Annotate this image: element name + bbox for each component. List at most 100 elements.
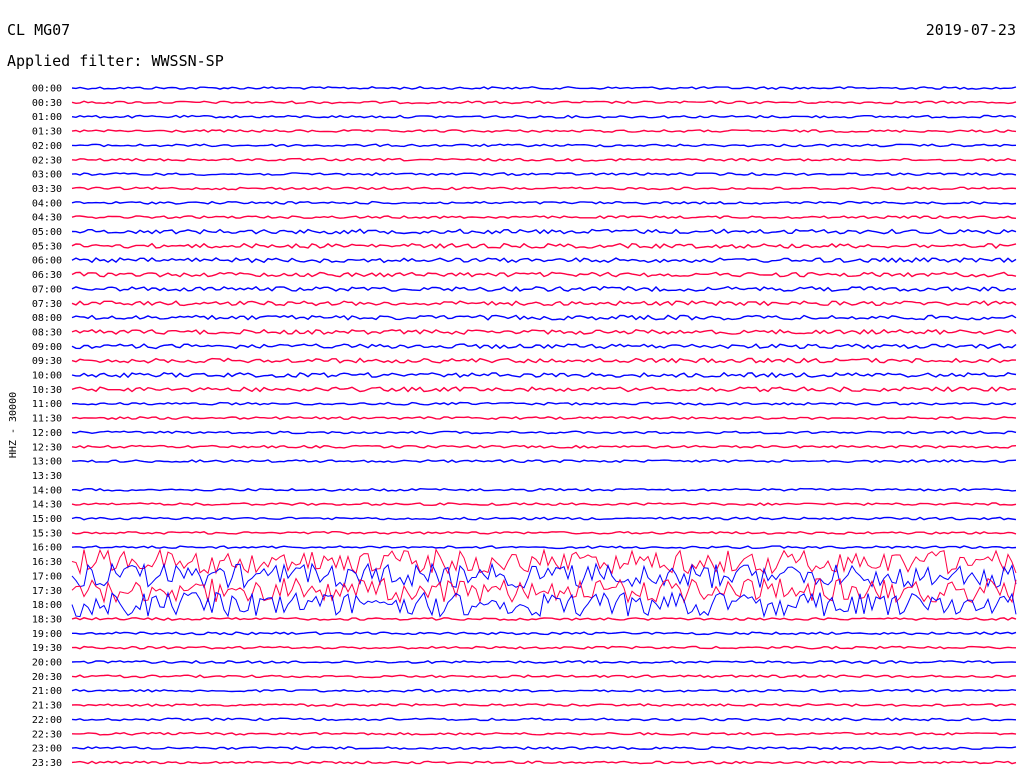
station-code: CL MG07 bbox=[7, 21, 70, 39]
trace-line-0030 bbox=[71, 100, 1017, 105]
trace-line-1200 bbox=[71, 430, 1017, 435]
trace-line-0330 bbox=[71, 186, 1017, 191]
time-tick-label: 05:30 bbox=[32, 241, 62, 252]
time-tick-label: 16:30 bbox=[32, 557, 62, 568]
time-tick-label: 14:00 bbox=[32, 485, 62, 496]
time-tick-label: 08:00 bbox=[32, 313, 62, 324]
time-tick-label: 03:00 bbox=[32, 170, 62, 181]
trace-line-0630 bbox=[71, 271, 1017, 278]
record-date: 2019-07-23 bbox=[926, 21, 1016, 39]
time-tick-label: 22:30 bbox=[32, 729, 62, 740]
time-tick-label: 07:00 bbox=[32, 284, 62, 295]
trace-lines bbox=[71, 86, 1017, 765]
trace-line-1430 bbox=[71, 502, 1017, 507]
time-tick-label: 20:30 bbox=[32, 672, 62, 683]
time-tick-label: 01:00 bbox=[32, 112, 62, 123]
time-tick-label: 07:30 bbox=[32, 299, 62, 310]
trace-line-2230 bbox=[71, 731, 1017, 736]
trace-line-2100 bbox=[71, 688, 1017, 693]
time-tick-label: 00:00 bbox=[32, 84, 62, 95]
time-tick-label: 23:00 bbox=[32, 744, 62, 755]
time-tick-label: 08:30 bbox=[32, 327, 62, 338]
time-tick-label: 12:30 bbox=[32, 442, 62, 453]
time-tick-label: 05:00 bbox=[32, 227, 62, 238]
trace-line-0300 bbox=[71, 172, 1017, 177]
applied-filter-label: Applied filter: WWSSN-SP bbox=[7, 52, 224, 70]
time-tick-label: 18:00 bbox=[32, 600, 62, 611]
trace-line-1630 bbox=[71, 548, 1017, 576]
trace-line-2130 bbox=[71, 703, 1017, 707]
time-tick-label: 16:00 bbox=[32, 543, 62, 554]
trace-line-0530 bbox=[71, 242, 1017, 249]
time-tick-label: 13:00 bbox=[32, 457, 62, 468]
trace-line-1530 bbox=[71, 530, 1017, 535]
channel-axis-label: HHZ - 30000 bbox=[8, 392, 19, 458]
trace-line-0100 bbox=[71, 114, 1017, 119]
trace-line-0830 bbox=[71, 328, 1017, 335]
trace-line-2330 bbox=[71, 760, 1017, 765]
time-tick-label: 02:30 bbox=[32, 155, 62, 166]
time-tick-label: 23:30 bbox=[32, 758, 62, 769]
time-tick-label: 19:30 bbox=[32, 643, 62, 654]
trace-line-0230 bbox=[71, 157, 1017, 162]
time-tick-label: 19:00 bbox=[32, 629, 62, 640]
trace-line-1600 bbox=[71, 545, 1017, 550]
trace-line-1500 bbox=[71, 516, 1017, 521]
time-tick-label: 10:30 bbox=[32, 385, 62, 396]
trace-line-2300 bbox=[71, 746, 1017, 751]
trace-line-0900 bbox=[71, 343, 1017, 350]
trace-line-1400 bbox=[71, 487, 1017, 492]
time-tick-label: 14:30 bbox=[32, 500, 62, 511]
time-tick-label: 21:30 bbox=[32, 701, 62, 712]
time-tick-label: 06:30 bbox=[32, 270, 62, 281]
trace-line-0800 bbox=[71, 314, 1017, 321]
trace-line-1030 bbox=[71, 386, 1017, 393]
trace-line-1300 bbox=[71, 459, 1017, 464]
trace-line-0730 bbox=[71, 300, 1017, 307]
time-tick-label: 11:00 bbox=[32, 399, 62, 410]
trace-line-1800 bbox=[71, 591, 1017, 619]
time-tick-label: 06:00 bbox=[32, 256, 62, 267]
time-tick-label: 15:00 bbox=[32, 514, 62, 525]
trace-line-1130 bbox=[71, 416, 1017, 420]
trace-line-1230 bbox=[71, 444, 1017, 449]
time-tick-label: 21:00 bbox=[32, 686, 62, 697]
trace-line-1730 bbox=[71, 577, 1017, 604]
trace-line-0000 bbox=[71, 86, 1017, 90]
time-tick-label: 22:00 bbox=[32, 715, 62, 726]
trace-line-1000 bbox=[71, 371, 1017, 379]
time-tick-label: 09:30 bbox=[32, 356, 62, 367]
time-tick-label: 15:30 bbox=[32, 528, 62, 539]
time-tick-labels: 00:00 00:30 01:00 01:30 02:00 02:30 03:00 03:30… bbox=[32, 84, 62, 769]
trace-line-0930 bbox=[71, 357, 1017, 364]
trace-line-1100 bbox=[71, 401, 1017, 406]
time-tick-label: 01:30 bbox=[32, 127, 62, 138]
seismogram-helicorder: CL MG07 2019-07-23 Applied filter: WWSSN… bbox=[7, 21, 1017, 769]
time-tick-label: 00:30 bbox=[32, 98, 62, 109]
trace-line-2000 bbox=[71, 660, 1017, 664]
trace-line-0130 bbox=[71, 129, 1017, 133]
time-tick-label: 03:30 bbox=[32, 184, 62, 195]
time-tick-label: 12:00 bbox=[32, 428, 62, 439]
time-tick-label: 04:00 bbox=[32, 198, 62, 209]
trace-line-0400 bbox=[71, 200, 1017, 205]
trace-line-2030 bbox=[71, 674, 1017, 679]
trace-line-0430 bbox=[71, 215, 1017, 220]
time-tick-label: 18:30 bbox=[32, 614, 62, 625]
trace-line-0200 bbox=[71, 143, 1017, 148]
time-tick-label: 10:00 bbox=[32, 371, 62, 382]
trace-line-1930 bbox=[71, 645, 1017, 650]
time-tick-label: 11:30 bbox=[32, 414, 62, 425]
trace-line-1900 bbox=[72, 631, 1017, 636]
time-tick-label: 13:30 bbox=[32, 471, 62, 482]
time-tick-label: 02:00 bbox=[32, 141, 62, 152]
time-tick-label: 17:00 bbox=[32, 571, 62, 582]
trace-line-2200 bbox=[71, 717, 1017, 722]
trace-line-1830 bbox=[71, 617, 1017, 621]
trace-line-0500 bbox=[71, 228, 1017, 235]
trace-line-0700 bbox=[71, 285, 1017, 292]
time-tick-label: 04:30 bbox=[32, 213, 62, 224]
time-tick-label: 09:00 bbox=[32, 342, 62, 353]
time-tick-label: 17:30 bbox=[32, 586, 62, 597]
time-tick-label: 20:00 bbox=[32, 658, 62, 669]
